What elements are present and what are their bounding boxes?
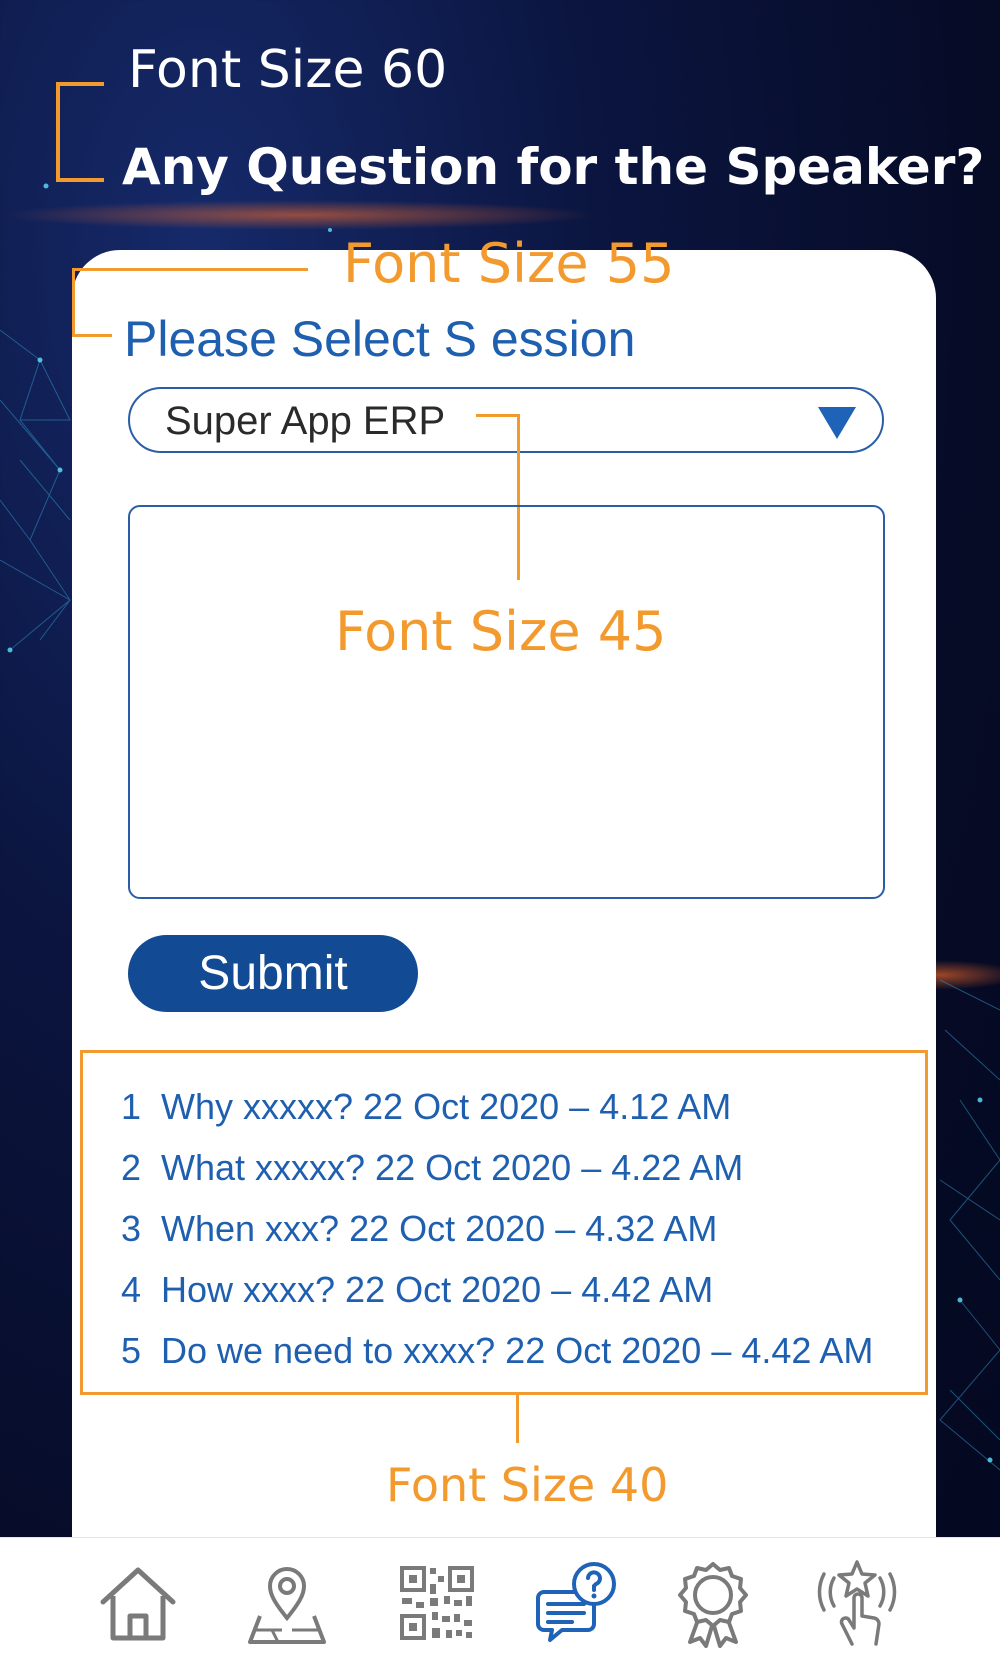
question-number: 5 <box>121 1330 142 1371</box>
question-number: 2 <box>121 1147 142 1188</box>
question-number: 1 <box>121 1086 142 1127</box>
award-badge-icon <box>678 1562 748 1648</box>
annotation-connector <box>72 334 112 337</box>
tab-awards[interactable] <box>668 1558 758 1648</box>
submit-button[interactable]: Submit <box>128 935 418 1012</box>
annotation-bracket <box>56 82 104 182</box>
annotation-connector <box>476 414 520 417</box>
list-item: 4 How xxxx? 22 Oct 2020 – 4.42 AM <box>121 1269 713 1311</box>
annotation-connector <box>72 268 308 271</box>
question-text: How xxxx? 22 Oct 2020 – 4.42 AM <box>161 1269 714 1310</box>
list-item: 2 What xxxxx? 22 Oct 2020 – 4.22 AM <box>121 1147 743 1189</box>
session-select-value: Super App ERP <box>165 399 446 443</box>
tab-rate[interactable] <box>812 1558 902 1648</box>
tab-map[interactable] <box>242 1558 332 1648</box>
list-item: 3 When xxx? 22 Oct 2020 – 4.32 AM <box>121 1208 717 1250</box>
home-icon <box>100 1567 176 1641</box>
list-font-note: Font Size 40 <box>386 1458 669 1512</box>
question-text: When xxx? 22 Oct 2020 – 4.32 AM <box>161 1208 718 1249</box>
page-title: Any Question for the Speaker? <box>122 138 985 196</box>
tab-home[interactable] <box>93 1558 183 1648</box>
question-number: 3 <box>121 1208 142 1249</box>
bottom-tab-bar <box>0 1537 1000 1676</box>
heading-font-note: Font Size 60 <box>128 40 448 100</box>
label-font-note: Font Size 55 <box>343 232 675 295</box>
qr-code-icon <box>400 1566 474 1640</box>
question-chat-icon <box>536 1562 616 1642</box>
list-item: 1 Why xxxxx? 22 Oct 2020 – 4.12 AM <box>121 1086 731 1128</box>
rate-tap-icon <box>817 1560 897 1646</box>
question-input[interactable] <box>128 505 885 899</box>
annotation-connector <box>72 268 75 336</box>
dropdown-arrow-icon[interactable] <box>818 407 856 439</box>
map-location-icon <box>248 1567 326 1644</box>
session-label: Please Select S ession <box>124 311 636 367</box>
session-select[interactable]: Super App ERP <box>128 387 884 453</box>
input-font-note: Font Size 45 <box>335 600 667 663</box>
annotation-connector <box>516 1395 519 1443</box>
list-item: 5 Do we need to xxxx? 22 Oct 2020 – 4.42 … <box>121 1330 873 1372</box>
question-text: Why xxxxx? 22 Oct 2020 – 4.12 AM <box>161 1086 732 1127</box>
tab-questions[interactable] <box>536 1558 626 1648</box>
question-text: What xxxxx? 22 Oct 2020 – 4.22 AM <box>161 1147 744 1188</box>
question-number: 4 <box>121 1269 142 1310</box>
tab-qr[interactable] <box>392 1558 482 1648</box>
question-list: 1 Why xxxxx? 22 Oct 2020 – 4.12 AM 2 What … <box>80 1050 928 1395</box>
question-text: Do we need to xxxx? 22 Oct 2020 – 4.42 A… <box>161 1330 874 1371</box>
